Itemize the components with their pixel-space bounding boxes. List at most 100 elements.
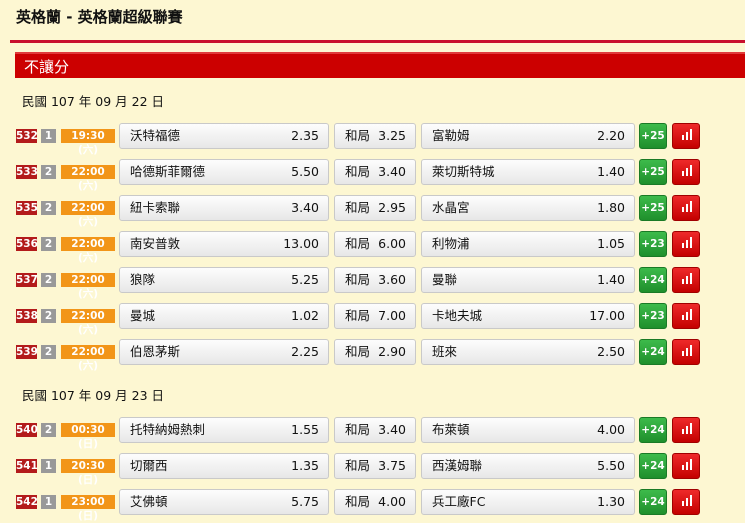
stats-button[interactable] — [672, 489, 700, 515]
home-odds-value: 3.40 — [291, 200, 319, 215]
draw-odds-button[interactable]: 和局 3.40 — [334, 159, 416, 185]
bar-chart-icon — [673, 418, 699, 442]
away-odds-button[interactable]: 兵工廠FC 1.30 — [421, 489, 635, 515]
match-number-badge: 535 — [16, 201, 38, 215]
page-title: 英格蘭 - 英格蘭超級聯賽 — [16, 8, 183, 26]
draw-odds-button[interactable]: 和局 3.40 — [334, 417, 416, 443]
draw-odds-button[interactable]: 和局 3.60 — [334, 267, 416, 293]
draw-odds-button[interactable]: 和局 7.00 — [334, 303, 416, 329]
home-team-name: 哈德斯菲爾德 — [130, 164, 206, 179]
away-odds-button[interactable]: 水晶宮 1.80 — [421, 195, 635, 221]
kickoff-time-badge: 22:00 (六) — [61, 237, 115, 264]
draw-odds-value: 7.00 — [378, 308, 406, 323]
home-odds-value: 2.35 — [291, 128, 319, 143]
draw-odds-value: 2.90 — [378, 344, 406, 359]
stats-button[interactable] — [672, 453, 700, 479]
away-odds-button[interactable]: 卡地夫城 17.00 — [421, 303, 635, 329]
home-odds-button[interactable]: 托特納姆熱刺 1.55 — [119, 417, 329, 443]
match-row: 539 2 22:00 (六) 伯恩茅斯 2.25 和局 2.90 班來 2.50 +24 — [16, 339, 706, 372]
title-divider — [10, 40, 745, 43]
away-odds-button[interactable]: 曼聯 1.40 — [421, 267, 635, 293]
more-markets-button[interactable]: +24 — [639, 267, 667, 293]
home-odds-button[interactable]: 紐卡索聯 3.40 — [119, 195, 329, 221]
more-markets-button[interactable]: +24 — [639, 453, 667, 479]
home-odds-button[interactable]: 狼隊 5.25 — [119, 267, 329, 293]
away-odds-button[interactable]: 富勒姆 2.20 — [421, 123, 635, 149]
away-team-name: 利物浦 — [432, 236, 470, 251]
home-team-name: 艾佛頓 — [130, 494, 168, 509]
draw-odds-button[interactable]: 和局 2.90 — [334, 339, 416, 365]
draw-odds-value: 3.75 — [378, 458, 406, 473]
bar-chart-icon — [673, 124, 699, 148]
away-odds-button[interactable]: 班來 2.50 — [421, 339, 635, 365]
home-team-name: 狼隊 — [130, 272, 156, 287]
home-odds-button[interactable]: 切爾西 1.35 — [119, 453, 329, 479]
away-odds-button[interactable]: 利物浦 1.05 — [421, 231, 635, 257]
kickoff-time-badge: 20:30 (日) — [61, 459, 115, 486]
stats-button[interactable] — [672, 417, 700, 443]
away-odds-button[interactable]: 萊切斯特城 1.40 — [421, 159, 635, 185]
more-markets-button[interactable]: +24 — [639, 489, 667, 515]
match-row: 537 2 22:00 (六) 狼隊 5.25 和局 3.60 曼聯 1.40 +24 — [16, 267, 706, 300]
away-odds-value: 1.40 — [597, 164, 625, 179]
draw-odds-value: 3.25 — [378, 128, 406, 143]
draw-odds-value: 3.40 — [378, 164, 406, 179]
draw-label: 和局 — [345, 164, 371, 179]
home-team-name: 伯恩茅斯 — [130, 344, 181, 359]
more-markets-button[interactable]: +25 — [639, 195, 667, 221]
stats-button[interactable] — [672, 267, 700, 293]
match-number-badge: 542 — [16, 495, 38, 509]
away-odds-value: 2.50 — [597, 344, 625, 359]
home-team-name: 南安普敦 — [130, 236, 181, 251]
stats-button[interactable] — [672, 123, 700, 149]
home-odds-button[interactable]: 哈德斯菲爾德 5.50 — [119, 159, 329, 185]
match-row: 538 2 22:00 (六) 曼城 1.02 和局 7.00 卡地夫城 17.00 +23 — [16, 303, 706, 336]
away-team-name: 曼聯 — [432, 272, 458, 287]
level-badge: 2 — [41, 309, 56, 323]
match-row: 541 1 20:30 (日) 切爾西 1.35 和局 3.75 西漢姆聯 5.50 +24 — [16, 453, 706, 486]
draw-odds-button[interactable]: 和局 2.95 — [334, 195, 416, 221]
more-markets-button[interactable]: +23 — [639, 303, 667, 329]
away-odds-value: 2.20 — [597, 128, 625, 143]
stats-button[interactable] — [672, 303, 700, 329]
match-row: 533 2 22:00 (六) 哈德斯菲爾德 5.50 和局 3.40 萊切斯特城 1.40 +2… — [16, 159, 706, 192]
match-row: 542 1 23:00 (日) 艾佛頓 5.75 和局 4.00 兵工廠FC 1.30 +24 — [16, 489, 706, 522]
match-number-badge: 540 — [16, 423, 38, 437]
section-header: 不讓分 — [15, 52, 745, 78]
draw-odds-button[interactable]: 和局 4.00 — [334, 489, 416, 515]
level-badge: 2 — [41, 165, 56, 179]
draw-odds-button[interactable]: 和局 3.25 — [334, 123, 416, 149]
more-markets-button[interactable]: +25 — [639, 159, 667, 185]
date-label: 民國 107 年 09 月 23 日 — [22, 388, 165, 403]
home-team-name: 切爾西 — [130, 458, 168, 473]
match-number-badge: 536 — [16, 237, 38, 251]
away-odds-value: 4.00 — [597, 422, 625, 437]
date-label: 民國 107 年 09 月 22 日 — [22, 94, 165, 109]
home-odds-button[interactable]: 艾佛頓 5.75 — [119, 489, 329, 515]
stats-button[interactable] — [672, 159, 700, 185]
kickoff-time-badge: 22:00 (六) — [61, 345, 115, 372]
home-odds-button[interactable]: 南安普敦 13.00 — [119, 231, 329, 257]
away-odds-value: 1.40 — [597, 272, 625, 287]
draw-odds-button[interactable]: 和局 3.75 — [334, 453, 416, 479]
kickoff-time-badge: 00:30 (日) — [61, 423, 115, 450]
more-markets-button[interactable]: +24 — [639, 339, 667, 365]
home-odds-button[interactable]: 曼城 1.02 — [119, 303, 329, 329]
more-markets-button[interactable]: +24 — [639, 417, 667, 443]
match-number-badge: 533 — [16, 165, 38, 179]
match-number-badge: 541 — [16, 459, 38, 473]
stats-button[interactable] — [672, 231, 700, 257]
more-markets-button[interactable]: +25 — [639, 123, 667, 149]
draw-odds-button[interactable]: 和局 6.00 — [334, 231, 416, 257]
bar-chart-icon — [673, 490, 699, 514]
away-odds-button[interactable]: 布萊頓 4.00 — [421, 417, 635, 443]
stats-button[interactable] — [672, 195, 700, 221]
home-odds-button[interactable]: 沃特福德 2.35 — [119, 123, 329, 149]
home-odds-button[interactable]: 伯恩茅斯 2.25 — [119, 339, 329, 365]
kickoff-time-badge: 23:00 (日) — [61, 495, 115, 522]
more-markets-button[interactable]: +23 — [639, 231, 667, 257]
level-badge: 2 — [41, 423, 56, 437]
stats-button[interactable] — [672, 339, 700, 365]
away-odds-button[interactable]: 西漢姆聯 5.50 — [421, 453, 635, 479]
home-team-name: 紐卡索聯 — [130, 200, 181, 215]
